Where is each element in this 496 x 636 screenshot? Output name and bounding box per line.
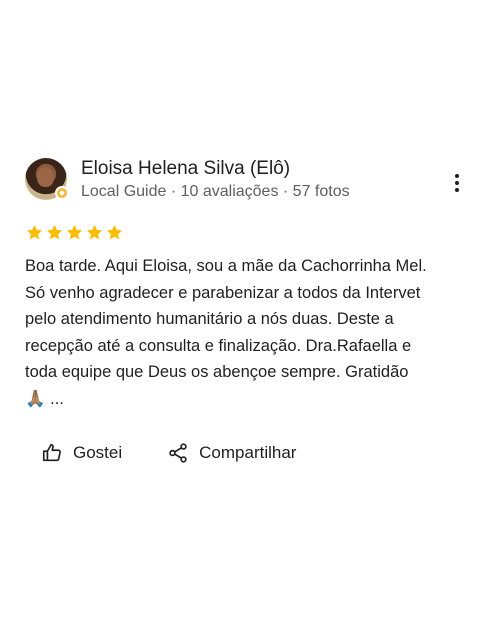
thumbs-up-icon — [42, 443, 61, 462]
share-label: Compartilhar — [199, 443, 297, 462]
reviewer-avatar[interactable] — [25, 158, 69, 200]
review-line: recepção até a consulta e finalização. D… — [25, 336, 412, 355]
more-options-button[interactable] — [444, 170, 470, 196]
star-icon — [26, 224, 43, 240]
review-line: Boa tarde. Aqui Eloisa, sou a mãe da Cac… — [25, 257, 427, 275]
share-button[interactable]: Compartilhar — [167, 442, 296, 464]
avatar-face — [37, 167, 54, 187]
star-icon — [46, 224, 63, 240]
review-card: Eloisa Helena Silva (Elô) Local Guide · … — [0, 0, 496, 636]
like-label: Gostei — [73, 443, 123, 462]
review-actions: Gostei Compartilhar — [41, 442, 296, 464]
review-line: toda equipe que Deus os abençoe sempre. … — [25, 363, 409, 381]
local-guide-badge-icon — [55, 186, 69, 200]
review-line: 🙏🏽 ... — [25, 389, 64, 408]
review-line: Só venho agradecer e parabenizar a todos… — [25, 283, 421, 302]
star-icon — [86, 224, 103, 240]
like-button[interactable]: Gostei — [41, 442, 122, 464]
review-text[interactable]: Boa tarde. Aqui Eloisa, sou a mãe da Cac… — [25, 253, 475, 412]
star-rating — [25, 223, 124, 242]
star-icon — [66, 224, 83, 240]
review-line: pelo atendimento humanitário a nós duas.… — [25, 310, 394, 328]
star-icon — [106, 224, 123, 240]
reviewer-name[interactable]: Eloisa Helena Silva (Elô) — [81, 157, 290, 181]
share-icon — [169, 443, 187, 463]
more-vertical-icon — [455, 174, 459, 178]
reviewer-meta: Local Guide · 10 avaliações · 57 fotos — [81, 183, 350, 200]
